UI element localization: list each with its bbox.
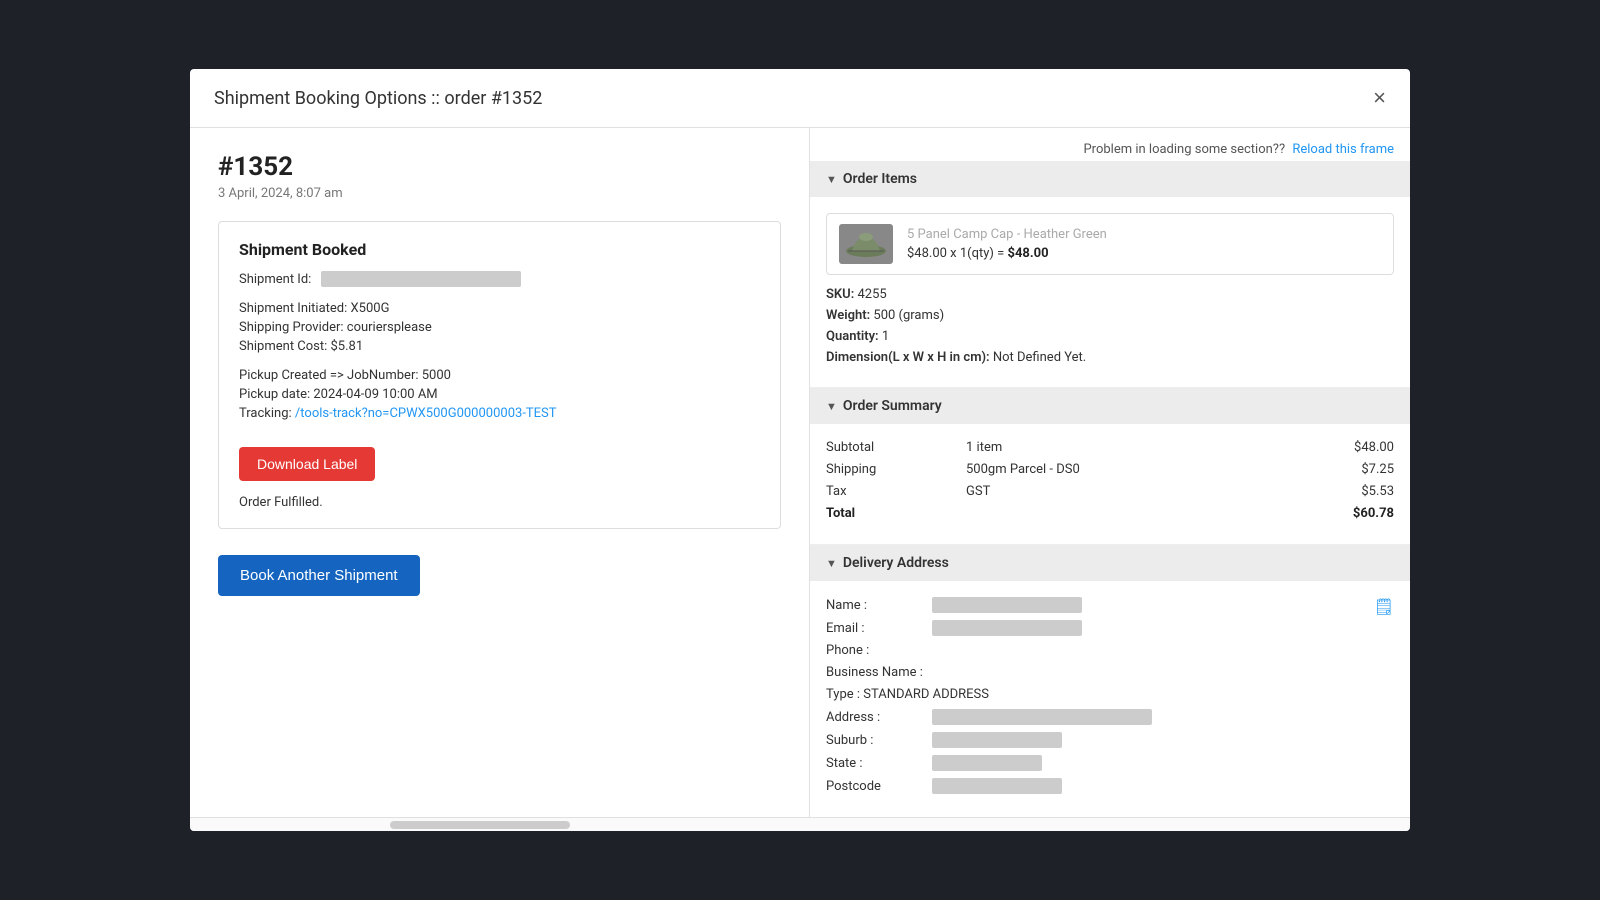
pickup-date: Pickup date: 2024-04-09 10:00 AM bbox=[239, 387, 760, 402]
address-field-label: State : bbox=[826, 756, 926, 771]
summary-label: Total bbox=[826, 506, 966, 521]
address-header-row: Name : Email : Phone : Business Name : Typ… bbox=[826, 597, 1394, 801]
address-field-label: Email : bbox=[826, 621, 926, 636]
delivery-address-content: Name : Email : Phone : Business Name : Typ… bbox=[810, 581, 1410, 817]
summary-row: Shipping 500gm Parcel - DS0 $7.25 bbox=[826, 462, 1394, 477]
product-details: 5 Panel Camp Cap - Heather Green $48.00 … bbox=[907, 227, 1107, 261]
product-row: 5 Panel Camp Cap - Heather Green $48.00 … bbox=[826, 213, 1394, 275]
address-line: Postcode bbox=[826, 778, 1374, 794]
summary-label: Shipping bbox=[826, 462, 966, 477]
order-summary-content: Subtotal 1 item $48.00 Shipping 500gm Pa… bbox=[810, 424, 1410, 545]
address-field-label: Postcode bbox=[826, 779, 926, 794]
order-summary-label: Order Summary bbox=[843, 398, 942, 414]
close-button[interactable]: × bbox=[1373, 87, 1386, 109]
quantity-line: Quantity: 1 bbox=[826, 329, 1394, 344]
address-field-label: Suburb : bbox=[826, 733, 926, 748]
summary-desc: 1 item bbox=[966, 440, 1354, 455]
product-image bbox=[839, 224, 893, 264]
book-another-shipment-button[interactable]: Book Another Shipment bbox=[218, 555, 420, 596]
address-fields: Name : Email : Phone : Business Name : Typ… bbox=[826, 597, 1374, 801]
modal-body: #1352 3 April, 2024, 8:07 am Shipment Bo… bbox=[190, 128, 1410, 817]
order-items-label: Order Items bbox=[843, 171, 917, 187]
tracking-label: Tracking: bbox=[239, 406, 292, 421]
address-line: Address : bbox=[826, 709, 1374, 725]
summary-rows-container: Subtotal 1 item $48.00 Shipping 500gm Pa… bbox=[826, 440, 1394, 521]
summary-desc: 500gm Parcel - DS0 bbox=[966, 462, 1361, 477]
dimension-line: Dimension(L x W x H in cm): Not Defined … bbox=[826, 350, 1394, 365]
summary-row: Tax GST $5.53 bbox=[826, 484, 1394, 499]
address-redacted bbox=[932, 620, 1082, 636]
pickup-info-group: Pickup Created => JobNumber: 5000 Pickup… bbox=[239, 368, 760, 421]
address-field-label: Address : bbox=[826, 710, 926, 725]
tracking-row: Tracking: /tools-track?no=CPWX500G000000… bbox=[239, 406, 760, 421]
reload-notice: Problem in loading some section?? Reload… bbox=[810, 128, 1410, 161]
footer-scrollbar-thumb bbox=[390, 821, 570, 829]
summary-row: Subtotal 1 item $48.00 bbox=[826, 440, 1394, 455]
summary-value: $5.53 bbox=[1361, 484, 1394, 499]
shipment-id-label: Shipment Id: bbox=[239, 272, 311, 287]
address-line: Name : bbox=[826, 597, 1374, 613]
order-summary-header: ▼ Order Summary bbox=[810, 388, 1410, 424]
summary-label: Subtotal bbox=[826, 440, 966, 455]
shipment-info-group: Shipment Initiated: X500G Shipping Provi… bbox=[239, 301, 760, 354]
shipment-cost: Shipment Cost: $5.81 bbox=[239, 339, 760, 354]
modal-dialog: Shipment Booking Options :: order #1352 … bbox=[190, 69, 1410, 831]
summary-desc: GST bbox=[966, 484, 1361, 499]
product-price: $48.00 x 1(qty) = $48.00 bbox=[907, 246, 1107, 261]
address-field-label: Type : STANDARD ADDRESS bbox=[826, 687, 989, 702]
download-label-button[interactable]: Download Label bbox=[239, 447, 375, 481]
summary-value: $60.78 bbox=[1353, 506, 1394, 521]
address-redacted bbox=[932, 755, 1042, 771]
address-redacted bbox=[932, 597, 1082, 613]
delivery-address-label: Delivery Address bbox=[843, 555, 949, 571]
order-date: 3 April, 2024, 8:07 am bbox=[218, 186, 781, 201]
shipment-id-redacted bbox=[321, 271, 521, 287]
summary-row: Total $60.78 bbox=[826, 506, 1394, 521]
modal-overlay: Shipment Booking Options :: order #1352 … bbox=[0, 0, 1600, 900]
order-number: #1352 bbox=[218, 152, 781, 182]
order-summary-arrow: ▼ bbox=[826, 400, 837, 413]
order-fulfilled-text: Order Fulfilled. bbox=[239, 495, 760, 510]
address-line: Business Name : bbox=[826, 665, 1374, 680]
summary-value: $7.25 bbox=[1361, 462, 1394, 477]
footer-scrollbar-area bbox=[190, 817, 1410, 831]
reload-link[interactable]: Reload this frame bbox=[1292, 142, 1394, 157]
address-field-label: Business Name : bbox=[826, 665, 923, 680]
summary-label: Tax bbox=[826, 484, 966, 499]
edit-address-icon[interactable]: 🗒 bbox=[1374, 597, 1394, 616]
address-redacted bbox=[932, 732, 1062, 748]
shipment-booked-section: Shipment Booked Shipment Id: Shipment In… bbox=[218, 221, 781, 529]
address-line: Phone : bbox=[826, 643, 1374, 658]
weight-line: Weight: 500 (grams) bbox=[826, 308, 1394, 323]
address-field-label: Name : bbox=[826, 598, 926, 613]
modal-title: Shipment Booking Options :: order #1352 bbox=[214, 88, 542, 109]
summary-value: $48.00 bbox=[1354, 440, 1394, 455]
delivery-address-header: ▼ Delivery Address bbox=[810, 545, 1410, 581]
order-items-arrow: ▼ bbox=[826, 173, 837, 186]
address-line: Type : STANDARD ADDRESS bbox=[826, 687, 1374, 702]
pickup-created: Pickup Created => JobNumber: 5000 bbox=[239, 368, 760, 383]
address-line: Email : bbox=[826, 620, 1374, 636]
order-items-header: ▼ Order Items bbox=[810, 161, 1410, 197]
sku-line: SKU: 4255 bbox=[826, 287, 1394, 302]
tracking-link[interactable]: /tools-track?no=CPWX500G000000003-TEST bbox=[295, 406, 557, 421]
address-line: State : bbox=[826, 755, 1374, 771]
right-panel: Problem in loading some section?? Reload… bbox=[810, 128, 1410, 817]
address-field-label: Phone : bbox=[826, 643, 869, 658]
shipping-provider: Shipping Provider: couriersplease bbox=[239, 320, 760, 335]
address-redacted bbox=[932, 778, 1062, 794]
shipment-initiated: Shipment Initiated: X500G bbox=[239, 301, 760, 316]
product-name: 5 Panel Camp Cap - Heather Green bbox=[907, 227, 1107, 242]
address-line: Suburb : bbox=[826, 732, 1374, 748]
left-panel: #1352 3 April, 2024, 8:07 am Shipment Bo… bbox=[190, 128, 810, 817]
address-redacted bbox=[932, 709, 1152, 725]
order-items-content: 5 Panel Camp Cap - Heather Green $48.00 … bbox=[810, 197, 1410, 388]
shipment-id-row: Shipment Id: bbox=[239, 271, 760, 287]
shipment-booked-title: Shipment Booked bbox=[239, 240, 760, 259]
modal-header: Shipment Booking Options :: order #1352 … bbox=[190, 69, 1410, 128]
delivery-arrow: ▼ bbox=[826, 557, 837, 570]
